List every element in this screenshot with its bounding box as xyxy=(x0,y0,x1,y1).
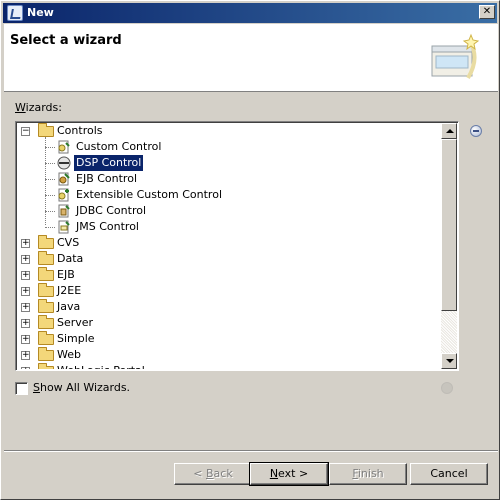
tree-item-control[interactable]: JMS Control xyxy=(17,219,440,235)
tree-item-label: Web xyxy=(57,348,81,361)
tree-connector xyxy=(45,211,55,212)
title-bar[interactable]: New ✕ xyxy=(3,3,497,23)
show-all-wizards-label[interactable]: Show All Wizards. xyxy=(33,381,130,394)
jms-control-icon xyxy=(57,220,71,234)
tree-item-label: DSP Control xyxy=(72,154,145,172)
tree-item-label: EJB Control xyxy=(76,172,137,185)
tree-connector xyxy=(45,227,55,228)
scroll-thumb[interactable] xyxy=(441,139,457,311)
folder-icon xyxy=(38,251,54,265)
expand-icon[interactable]: + xyxy=(21,367,30,369)
tree-connector xyxy=(45,195,55,196)
folder-icon xyxy=(38,315,54,329)
custom-control-icon xyxy=(57,140,71,154)
tree-viewport: − Controls Custom Control DSP Control EJB Co… xyxy=(17,123,440,369)
tree-item-category[interactable]: + WebLogic Portal xyxy=(17,363,440,369)
tree-item-control[interactable]: Custom Control xyxy=(17,139,440,155)
scroll-up-button[interactable] xyxy=(441,123,457,139)
tree-item-label: EJB xyxy=(57,268,75,281)
tree-item-category[interactable]: + Web xyxy=(17,347,440,363)
folder-icon xyxy=(38,347,54,361)
header-banner: Select a wizard xyxy=(4,24,498,92)
tree-item-category[interactable]: + CVS xyxy=(17,235,440,251)
tree-item-category[interactable]: − Controls xyxy=(17,123,440,139)
tree-connector xyxy=(45,163,55,164)
new-wizard-dialog: New ✕ Select a wizard Wizards: − Controls… xyxy=(0,0,500,500)
tree-item-label: Extensible Custom Control xyxy=(76,188,223,201)
tree-item-control[interactable]: DSP Control xyxy=(17,154,440,172)
expand-icon[interactable]: + xyxy=(21,287,30,296)
tree-item-category[interactable]: + Data xyxy=(17,251,440,267)
cancel-button[interactable]: Cancel xyxy=(410,463,488,485)
wizards-label: Wizards: xyxy=(15,101,62,114)
tree-item-category[interactable]: + Simple xyxy=(17,331,440,347)
folder-icon xyxy=(38,123,54,137)
tree-item-label: Controls xyxy=(57,124,103,137)
folder-icon xyxy=(38,331,54,345)
tree-connector xyxy=(45,147,55,148)
close-icon: ✕ xyxy=(482,6,492,17)
tree-item-label: JDBC Control xyxy=(76,204,147,217)
folder-icon xyxy=(38,283,54,297)
finish-button[interactable]: Finish xyxy=(329,463,407,485)
ejb-control-icon xyxy=(57,172,71,186)
collapse-icon[interactable]: − xyxy=(21,127,30,136)
page-title: Select a wizard xyxy=(10,33,122,48)
tree-item-label: Java xyxy=(57,300,81,313)
expand-icon[interactable]: + xyxy=(21,319,30,328)
expand-icon[interactable]: + xyxy=(21,255,30,264)
wizard-banner-icon xyxy=(431,33,480,80)
tree-item-category[interactable]: + Server xyxy=(17,315,440,331)
info-icon[interactable] xyxy=(470,125,482,137)
expand-icon[interactable]: + xyxy=(21,351,30,360)
wizards-tree[interactable]: − Controls Custom Control DSP Control EJB Co… xyxy=(15,121,459,371)
tree-item-label: Simple xyxy=(57,332,95,345)
close-button[interactable]: ✕ xyxy=(479,5,495,19)
tree-item-label: Data xyxy=(57,252,84,265)
folder-icon xyxy=(38,235,54,249)
back-button[interactable]: < Back xyxy=(174,463,252,485)
tree-connector xyxy=(45,179,55,180)
jdbc-control-icon xyxy=(57,204,71,218)
expand-icon[interactable]: + xyxy=(21,303,30,312)
tree-item-control[interactable]: EJB Control xyxy=(17,171,440,187)
tree-item-control[interactable]: JDBC Control xyxy=(17,203,440,219)
button-separator xyxy=(4,450,498,452)
tree-item-label: CVS xyxy=(57,236,80,249)
tree-item-label: JMS Control xyxy=(76,220,139,233)
tree-scrollbar[interactable] xyxy=(441,123,457,369)
tree-item-label: Server xyxy=(57,316,94,329)
folder-icon xyxy=(38,363,54,369)
show-all-wizards-checkbox[interactable] xyxy=(15,382,28,395)
tree-item-label: J2EE xyxy=(57,284,82,297)
tree-item-label: WebLogic Portal xyxy=(57,363,145,369)
window-title: New xyxy=(27,6,54,19)
app-icon xyxy=(7,5,23,21)
dsp-control-icon xyxy=(57,156,71,170)
tree-item-control[interactable]: Extensible Custom Control xyxy=(17,187,440,203)
tree-item-category[interactable]: + J2EE xyxy=(17,283,440,299)
next-button[interactable]: Next > xyxy=(249,462,329,486)
expand-icon[interactable]: + xyxy=(21,335,30,344)
folder-icon xyxy=(38,299,54,313)
expand-icon[interactable]: + xyxy=(21,271,30,280)
extensible-control-icon xyxy=(57,188,71,202)
scroll-track[interactable] xyxy=(441,311,457,353)
tree-item-category[interactable]: + Java xyxy=(17,299,440,315)
folder-icon xyxy=(38,267,54,281)
status-icon xyxy=(441,382,453,394)
scroll-down-button[interactable] xyxy=(441,353,457,369)
tree-item-label: Custom Control xyxy=(76,140,162,153)
expand-icon[interactable]: + xyxy=(21,239,30,248)
tree-item-category[interactable]: + EJB xyxy=(17,267,440,283)
